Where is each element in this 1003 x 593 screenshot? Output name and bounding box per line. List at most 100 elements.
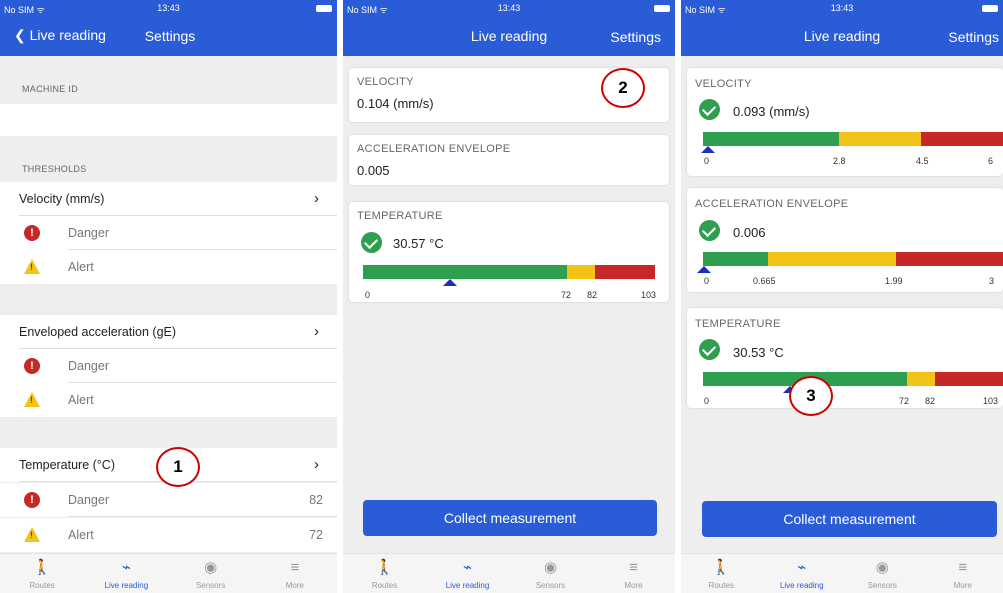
settings-button[interactable]: Settings <box>610 29 661 45</box>
threshold-acceleration-row[interactable]: Enveloped acceleration (gE) › <box>0 315 337 349</box>
velocity-alert-row[interactable]: ! Alert <box>0 250 337 284</box>
settings-button[interactable]: Settings <box>948 29 999 45</box>
walking-person-icon: 🚶 <box>711 559 731 576</box>
tab-label: Routes <box>371 581 398 590</box>
acceleration-alert-row[interactable]: ! Alert <box>0 383 337 417</box>
tab-bar: 🚶 Routes ⌁ Live reading ◉ Sensors ≡ More <box>0 553 337 593</box>
velocity-value: 0.104 (mm/s) <box>357 96 434 111</box>
battery-icon <box>316 5 332 12</box>
row-title: Temperature (°C) <box>19 458 115 472</box>
row-title: Velocity (mm/s) <box>19 192 105 206</box>
gauge-tick: 72 <box>561 290 572 300</box>
status-bar: No SIM ᯤ 13:43 <box>0 0 337 16</box>
settings-screen: No SIM ᯤ 13:43 ❮ Live reading Settings M… <box>0 0 337 593</box>
tab-label: Sensors <box>195 581 226 590</box>
alert-label: Alert <box>68 393 94 407</box>
danger-label: Danger <box>68 493 109 507</box>
tab-sensors[interactable]: ◉ Sensors <box>169 554 253 593</box>
collect-measurement-button[interactable]: Collect measurement <box>702 501 997 537</box>
gauge-tick: 0.665 <box>753 276 776 286</box>
tab-label: More <box>953 581 972 590</box>
gauge-tick: 6 <box>988 156 994 166</box>
gauge-alert-segment <box>907 372 935 386</box>
gauge-tick: 3 <box>989 276 995 286</box>
gauge-tick: 72 <box>899 396 910 406</box>
gauge-tick: 103 <box>983 396 999 406</box>
velocity-danger-row[interactable]: ! Danger <box>0 216 337 250</box>
acceleration-danger-row[interactable]: ! Danger <box>0 349 337 383</box>
danger-icon: ! <box>24 492 40 508</box>
gauge-tick: 0 <box>365 290 371 300</box>
gauge-tick: 82 <box>925 396 936 406</box>
gauge-tick: 0 <box>704 396 710 406</box>
row-title: Enveloped acceleration (gE) <box>19 325 177 339</box>
gauge-marker-icon <box>697 266 711 273</box>
menu-icon: ≡ <box>629 559 638 576</box>
gauge-ok-segment <box>703 132 839 146</box>
tab-label: Live reading <box>104 581 149 590</box>
tab-routes[interactable]: 🚶 Routes <box>343 554 426 593</box>
sensor-icon: ◉ <box>543 559 558 576</box>
tab-sensors[interactable]: ◉ Sensors <box>509 554 592 593</box>
check-circle-icon <box>699 99 720 120</box>
temperature-value: 30.53 °C <box>733 345 784 360</box>
tab-bar: 🚶 Routes ⌁ Live reading ◉ Sensors ≡ More <box>343 553 675 593</box>
temperature-label: TEMPERATURE <box>695 318 781 330</box>
tab-live-reading[interactable]: ⌁ Live reading <box>84 554 168 593</box>
tab-routes[interactable]: 🚶 Routes <box>0 554 84 593</box>
gauge-danger-segment <box>935 372 1003 386</box>
gauge-alert-segment <box>567 265 595 279</box>
temperature-label: TEMPERATURE <box>357 210 443 222</box>
divider <box>68 516 337 517</box>
check-circle-icon <box>361 232 382 253</box>
nav-bar: Live reading Settings <box>681 16 1003 56</box>
temperature-card: TEMPERATURE 30.53 °C 0 72 82 103 <box>687 308 1003 408</box>
gauge-danger-segment <box>896 252 1003 266</box>
battery-icon <box>982 5 998 12</box>
chevron-right-icon: › <box>314 456 319 473</box>
thresholds-header: THRESHOLDS <box>22 164 87 174</box>
tab-bar: 🚶 Routes ⌁ Live reading ◉ Sensors ≡ More <box>681 553 1003 593</box>
gauge-alert-segment <box>839 132 921 146</box>
machine-id-field[interactable] <box>0 104 337 136</box>
tab-more[interactable]: ≡ More <box>923 554 1003 593</box>
threshold-velocity-row[interactable]: Velocity (mm/s) › <box>0 182 337 216</box>
gauge-alert-segment <box>768 252 896 266</box>
tab-more[interactable]: ≡ More <box>592 554 675 593</box>
callout-marker: 2 <box>601 68 645 108</box>
temperature-card: TEMPERATURE 30.57 °C 0 72 82 103 <box>349 202 669 302</box>
danger-icon: ! <box>24 225 40 241</box>
gauge-tick: 103 <box>641 290 657 300</box>
tab-more[interactable]: ≡ More <box>253 554 337 593</box>
velocity-label: VELOCITY <box>695 78 752 90</box>
acceleration-card: ACCELERATION ENVELOPE 0.005 <box>349 135 669 185</box>
gauge-danger-segment <box>921 132 1003 146</box>
battery-icon <box>654 5 670 12</box>
danger-label: Danger <box>68 226 109 240</box>
gauge-danger-segment <box>595 265 655 279</box>
alert-icon: ! <box>24 527 40 542</box>
acceleration-gauge <box>697 252 1003 273</box>
danger-label: Danger <box>68 359 109 373</box>
status-bar: No SIM ᯤ 13:43 <box>681 0 1003 16</box>
temperature-danger-row[interactable]: ! Danger 82 <box>0 483 337 517</box>
temperature-alert-row[interactable]: ! Alert 72 <box>0 518 337 552</box>
callout-marker: 1 <box>156 447 200 487</box>
tab-routes[interactable]: 🚶 Routes <box>681 554 762 593</box>
chevron-right-icon: › <box>314 323 319 340</box>
status-bar: No SIM ᯤ 13:43 <box>343 0 675 16</box>
walking-person-icon: 🚶 <box>32 559 52 576</box>
gauge-marker-icon <box>701 146 715 153</box>
chevron-right-icon: › <box>314 190 319 207</box>
alert-label: Alert <box>68 260 94 274</box>
menu-icon: ≡ <box>290 559 300 576</box>
acceleration-label: ACCELERATION ENVELOPE <box>695 198 849 210</box>
tab-live-reading[interactable]: ⌁ Live reading <box>762 554 843 593</box>
temperature-value: 30.57 °C <box>393 236 444 251</box>
clock: 13:43 <box>830 3 854 13</box>
tab-sensors[interactable]: ◉ Sensors <box>842 554 923 593</box>
tab-live-reading[interactable]: ⌁ Live reading <box>426 554 509 593</box>
live-reading-screen-b: No SIM ᯤ 13:43 Live reading Settings VEL… <box>681 0 1003 593</box>
collect-measurement-button[interactable]: Collect measurement <box>363 500 657 536</box>
acceleration-value: 0.006 <box>733 225 766 240</box>
